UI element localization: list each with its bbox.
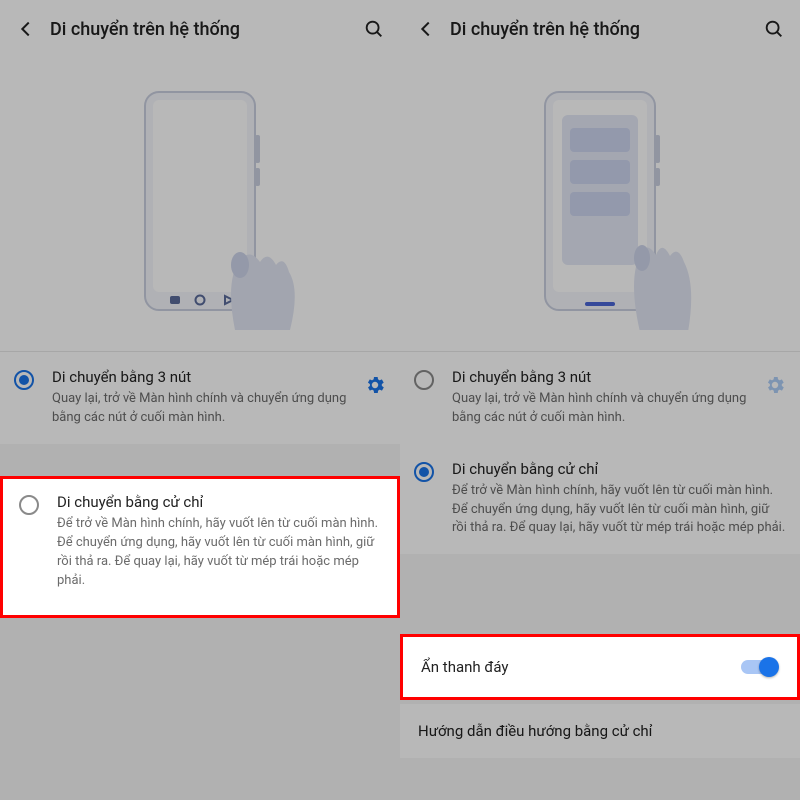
- gesture-tutorial-link[interactable]: Hướng dẫn điều hướng bằng cử chỉ: [400, 704, 800, 758]
- option-desc: Để trở về Màn hình chính, hãy vuốt lên t…: [57, 515, 381, 590]
- option-desc: Quay lại, trở về Màn hình chính và chuyể…: [452, 390, 764, 428]
- back-icon[interactable]: [14, 17, 38, 41]
- option-title: Di chuyển bằng cử chỉ: [57, 493, 381, 511]
- search-icon[interactable]: [362, 17, 386, 41]
- option-gesture[interactable]: Di chuyển bằng cử chỉ Để trở về Màn hình…: [400, 444, 800, 555]
- app-header: Di chuyển trên hệ thống: [0, 0, 400, 58]
- radio-icon[interactable]: [414, 370, 434, 390]
- tutorial-label: Hướng dẫn điều hướng bằng cử chỉ: [418, 722, 652, 740]
- hide-bar-label: Ẩn thanh đáy: [421, 658, 741, 676]
- hide-bar-toggle[interactable]: [741, 656, 779, 678]
- search-icon[interactable]: [762, 17, 786, 41]
- radio-icon[interactable]: [414, 462, 434, 482]
- left-screen: Di chuyển trên hệ thống: [0, 0, 400, 800]
- page-title: Di chuyển trên hệ thống: [450, 19, 762, 40]
- gear-icon: [764, 374, 786, 396]
- option-title: Di chuyển bằng cử chỉ: [452, 460, 786, 478]
- radio-icon[interactable]: [19, 495, 39, 515]
- gear-icon[interactable]: [364, 374, 386, 396]
- back-icon[interactable]: [414, 17, 438, 41]
- option-three-button[interactable]: Di chuyển bằng 3 nút Quay lại, trở về Mà…: [0, 352, 400, 444]
- right-screen: Di chuyển trên hệ thống: [400, 0, 800, 800]
- page-title: Di chuyển trên hệ thống: [50, 19, 362, 40]
- option-desc: Quay lại, trở về Màn hình chính và chuyể…: [52, 390, 364, 428]
- radio-icon[interactable]: [14, 370, 34, 390]
- highlighted-option-gesture[interactable]: Di chuyển bằng cử chỉ Để trở về Màn hình…: [0, 476, 400, 618]
- highlighted-hide-bar-row[interactable]: Ẩn thanh đáy: [400, 634, 800, 700]
- option-desc: Để trở về Màn hình chính, hãy vuốt lên t…: [452, 482, 786, 539]
- illustration-gesture: [400, 58, 800, 352]
- option-title: Di chuyển bằng 3 nút: [452, 368, 764, 386]
- illustration-three-button: [0, 58, 400, 352]
- option-title: Di chuyển bằng 3 nút: [52, 368, 364, 386]
- option-three-button[interactable]: Di chuyển bằng 3 nút Quay lại, trở về Mà…: [400, 352, 800, 444]
- app-header: Di chuyển trên hệ thống: [400, 0, 800, 58]
